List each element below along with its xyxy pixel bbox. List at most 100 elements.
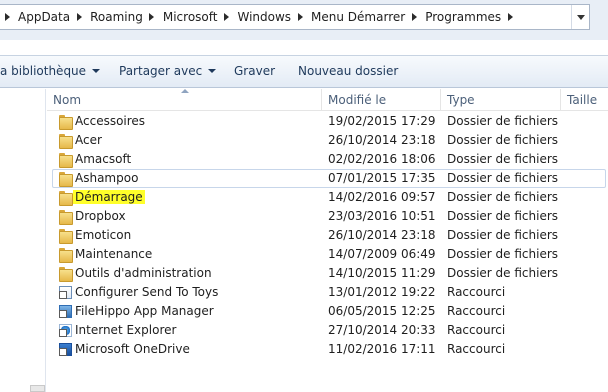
- chevron-right-icon[interactable]: [503, 5, 517, 29]
- navigation-pane[interactable]: [0, 89, 46, 392]
- folder-icon: [58, 247, 74, 263]
- address-bar-region: AppData Roaming Microsoft Windows Menu D…: [0, 0, 608, 40]
- file-type: Raccourci: [447, 323, 506, 337]
- folder-icon: [58, 152, 74, 168]
- chevron-right-icon[interactable]: [145, 5, 159, 29]
- breadcrumb-item-programmes[interactable]: Programmes: [421, 10, 503, 24]
- sort-ascending-icon: [181, 89, 190, 95]
- command-bar: a bibliothèque Partager avec Graver Nouv…: [0, 55, 608, 88]
- file-type: Dossier de fichiers: [447, 190, 559, 204]
- breadcrumb-item-roaming[interactable]: Roaming: [86, 10, 145, 24]
- table-row[interactable]: Accessoires 19/02/2015 17:29 Dossier de …: [47, 112, 608, 131]
- column-header-modified-label: Modifié le: [328, 93, 387, 107]
- table-row[interactable]: Configurer Send To Toys 13/01/2012 19:22…: [47, 283, 608, 302]
- file-name: Dropbox: [75, 209, 126, 223]
- table-row[interactable]: Amacsoft 02/02/2016 18:06 Dossier de fic…: [47, 150, 608, 169]
- file-modified: 26/10/2014 23:18: [328, 228, 436, 242]
- chevron-down-icon: [208, 69, 217, 73]
- file-type: Dossier de fichiers: [447, 266, 559, 280]
- file-type: Dossier de fichiers: [447, 171, 559, 185]
- folder-icon: [58, 114, 74, 130]
- file-modified: 14/02/2016 09:57: [328, 190, 436, 204]
- include-in-library-button[interactable]: a bibliothèque: [0, 64, 101, 78]
- chevron-right-icon[interactable]: [0, 5, 14, 29]
- table-row[interactable]: Démarrage 14/02/2016 09:57 Dossier de fi…: [47, 188, 608, 207]
- table-row[interactable]: Internet Explorer 27/10/2014 20:33 Racco…: [47, 321, 608, 340]
- file-name: Acer: [75, 133, 102, 147]
- breadcrumb-item-appdata[interactable]: AppData: [14, 10, 72, 24]
- file-name: FileHippo App Manager: [75, 304, 214, 318]
- file-modified: 27/10/2014 20:33: [328, 323, 436, 337]
- file-name: Amacsoft: [75, 152, 132, 166]
- breadcrumb-item-windows[interactable]: Windows: [233, 10, 293, 24]
- table-row[interactable]: Microsoft OneDrive 11/02/2016 17:11 Racc…: [47, 340, 608, 359]
- navigation-pane-scrollbar[interactable]: [30, 385, 45, 392]
- new-folder-label: Nouveau dossier: [298, 64, 399, 78]
- include-in-library-label: a bibliothèque: [0, 64, 87, 78]
- file-name: Ashampoo: [75, 171, 139, 185]
- file-modified: 02/02/2016 18:06: [328, 152, 436, 166]
- address-bar[interactable]: AppData Roaming Microsoft Windows Menu D…: [0, 4, 590, 30]
- table-row-selected[interactable]: Ashampoo 07/01/2015 17:35 Dossier de fic…: [47, 169, 608, 188]
- column-header-type-label: Type: [447, 93, 475, 107]
- file-modified: 23/03/2016 10:51: [328, 209, 436, 223]
- file-modified: 06/05/2015 12:25: [328, 304, 436, 318]
- filehippo-shortcut-icon: [59, 305, 72, 318]
- new-folder-button[interactable]: Nouveau dossier: [298, 64, 398, 78]
- chevron-right-icon[interactable]: [407, 5, 421, 29]
- file-list: Accessoires 19/02/2015 17:29 Dossier de …: [47, 112, 608, 359]
- chevron-right-icon[interactable]: [219, 5, 233, 29]
- table-row[interactable]: Acer 26/10/2014 23:18 Dossier de fichier…: [47, 131, 608, 150]
- column-header-type[interactable]: Type: [441, 89, 561, 111]
- file-modified: 11/02/2016 17:11: [328, 342, 436, 356]
- file-type: Dossier de fichiers: [447, 152, 559, 166]
- table-row[interactable]: Maintenance 14/07/2009 06:49 Dossier de …: [47, 245, 608, 264]
- file-name-cell: Démarrage: [73, 188, 145, 207]
- table-row[interactable]: FileHippo App Manager 06/05/2015 12:25 R…: [47, 302, 608, 321]
- chevron-down-icon: [92, 69, 101, 73]
- breadcrumb-item-microsoft[interactable]: Microsoft: [159, 10, 220, 24]
- file-type: Dossier de fichiers: [447, 228, 559, 242]
- folder-icon: [58, 266, 74, 282]
- file-name: Microsoft OneDrive: [75, 342, 190, 356]
- file-name: Outils d'administration: [75, 266, 212, 280]
- table-row[interactable]: Dropbox 23/03/2016 10:51 Dossier de fich…: [47, 207, 608, 226]
- file-modified: 07/01/2015 17:35: [328, 171, 436, 185]
- chevron-right-icon[interactable]: [293, 5, 307, 29]
- file-modified: 14/07/2009 06:49: [328, 247, 436, 261]
- file-type: Dossier de fichiers: [447, 209, 559, 223]
- file-modified: 13/01/2012 19:22: [328, 285, 436, 299]
- onedrive-icon: [59, 343, 72, 356]
- internet-explorer-icon: [59, 324, 72, 337]
- breadcrumb-item-menu-demarrer[interactable]: Menu Démarrer: [307, 10, 407, 24]
- folder-icon: [58, 209, 74, 225]
- file-name: Emoticon: [75, 228, 132, 242]
- file-type: Dossier de fichiers: [447, 133, 559, 147]
- file-name: Internet Explorer: [75, 323, 177, 337]
- file-name: Maintenance: [75, 247, 153, 261]
- chevron-right-icon[interactable]: [72, 5, 86, 29]
- folder-icon: [58, 171, 74, 187]
- column-header-modified[interactable]: Modifié le: [322, 89, 441, 111]
- share-with-button[interactable]: Partager avec: [119, 64, 217, 78]
- column-header-name[interactable]: Nom: [47, 89, 322, 111]
- shortcut-icon: [59, 286, 72, 299]
- burn-button[interactable]: Graver: [234, 64, 275, 78]
- file-name-highlighted: Démarrage: [73, 190, 145, 204]
- share-with-label: Partager avec: [119, 64, 203, 78]
- file-type: Raccourci: [447, 285, 506, 299]
- breadcrumb: AppData Roaming Microsoft Windows Menu D…: [0, 5, 517, 29]
- address-history-dropdown[interactable]: [571, 5, 589, 29]
- file-type: Dossier de fichiers: [447, 114, 559, 128]
- file-name: Configurer Send To Toys: [75, 285, 219, 299]
- file-modified: 26/10/2014 23:18: [328, 133, 436, 147]
- file-type: Raccourci: [447, 342, 506, 356]
- table-row[interactable]: Emoticon 26/10/2014 23:18 Dossier de fic…: [47, 226, 608, 245]
- file-type: Raccourci: [447, 304, 506, 318]
- column-header-name-label: Nom: [53, 93, 82, 107]
- folder-icon: [58, 133, 74, 149]
- burn-label: Graver: [234, 64, 276, 78]
- file-name: Accessoires: [75, 114, 146, 128]
- column-header-size[interactable]: Taille: [561, 89, 608, 111]
- table-row[interactable]: Outils d'administration 14/10/2015 11:29…: [47, 264, 608, 283]
